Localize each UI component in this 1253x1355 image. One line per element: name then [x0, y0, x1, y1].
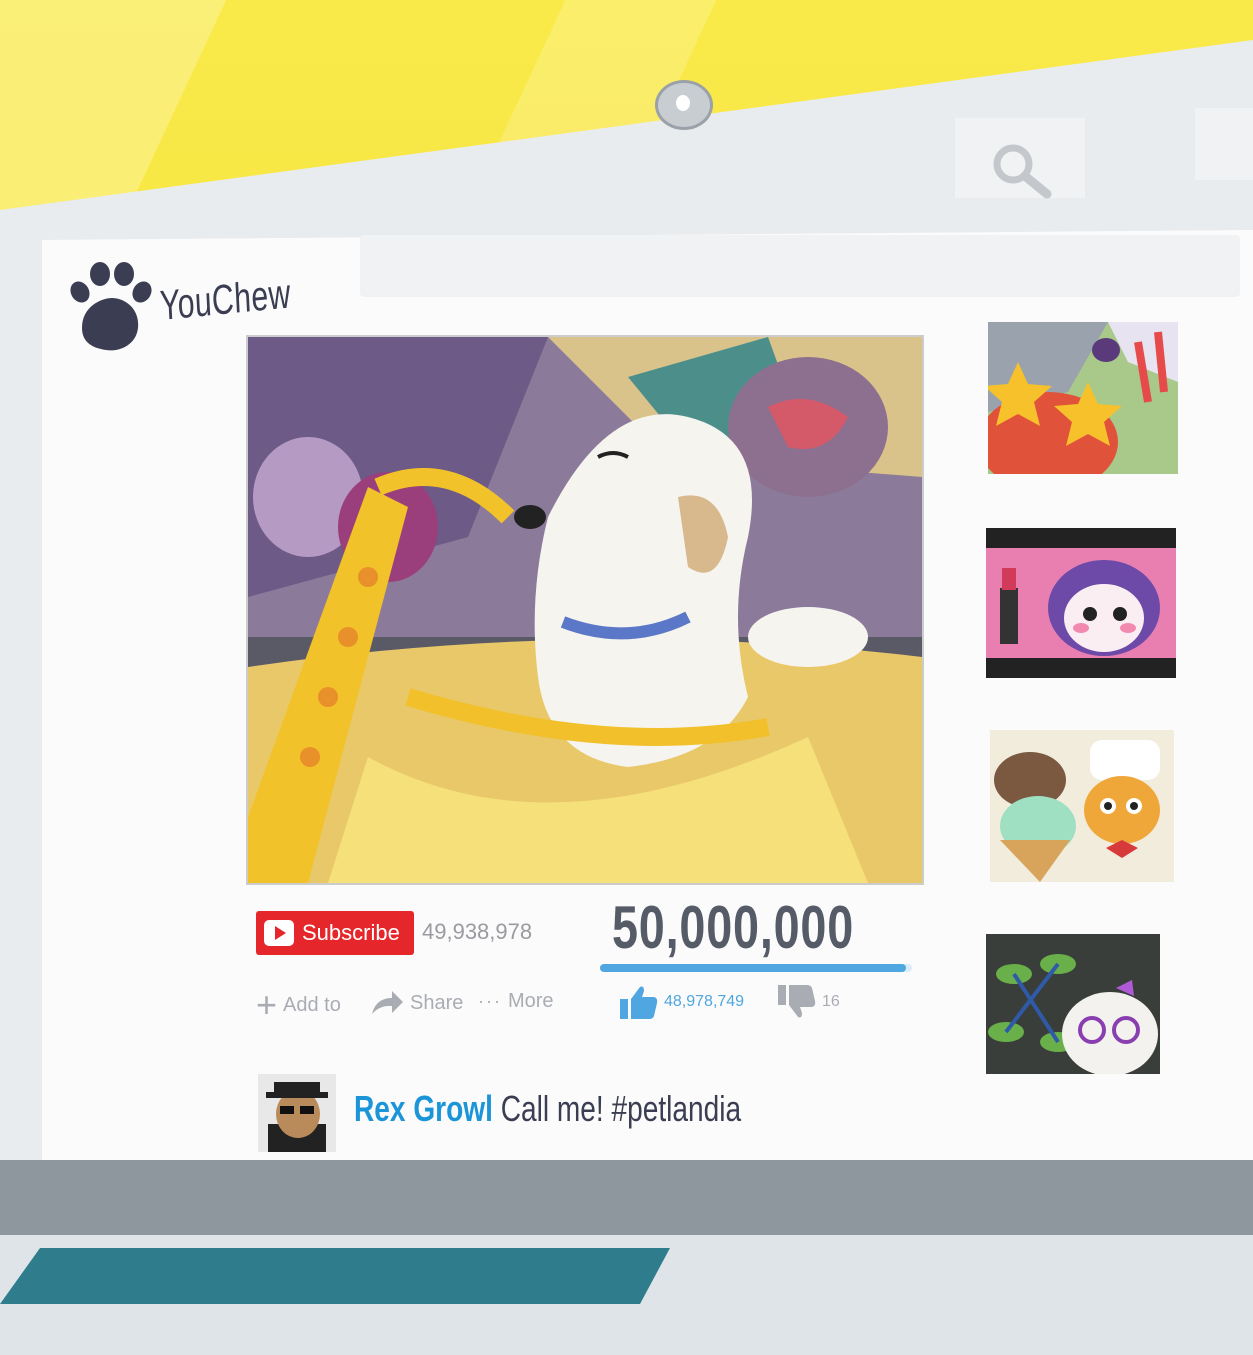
comment-author[interactable]: Rex Growl: [354, 1088, 493, 1129]
comment: Rex Growl Call me! #petlandia: [354, 1088, 741, 1130]
thumbs-down-icon: [778, 985, 816, 1018]
more-dots-icon: ···: [478, 991, 502, 1011]
like-button[interactable]: 48,978,749: [620, 985, 744, 1019]
add-to-label: Add to: [283, 993, 341, 1016]
subscribe-label: Subscribe: [302, 920, 400, 945]
video-frame: [248, 337, 922, 883]
play-icon: [264, 920, 294, 946]
avatar[interactable]: [258, 1074, 336, 1152]
related-video-thumbnail[interactable]: [990, 730, 1174, 882]
share-icon: [372, 991, 403, 1014]
related-video-thumbnail[interactable]: [986, 934, 1160, 1074]
trackpad: [0, 1248, 670, 1304]
plus-icon: +: [256, 984, 278, 1025]
view-progress-bar: [600, 964, 912, 972]
comment-text: Call me! #petlandia: [500, 1088, 742, 1129]
address-bar[interactable]: [360, 235, 1240, 297]
site-name: YouChew: [158, 269, 292, 329]
dislike-button[interactable]: 16: [778, 985, 840, 1019]
video-player[interactable]: [246, 335, 924, 885]
like-count: 48,978,749: [664, 993, 745, 1010]
toolbar-button[interactable]: [1195, 108, 1253, 180]
subscribe-button[interactable]: Subscribe: [256, 911, 414, 955]
share-button[interactable]: Share: [370, 990, 463, 1016]
more-button[interactable]: ··· More: [478, 990, 554, 1013]
related-video-thumbnail[interactable]: [988, 322, 1178, 474]
paw-icon: [70, 262, 152, 351]
thumbs-up-icon: [620, 986, 658, 1019]
view-count: 50,000,000: [612, 894, 855, 961]
dislike-count: 16: [822, 993, 840, 1010]
more-label: More: [507, 990, 554, 1012]
webcam: [655, 80, 713, 130]
view-progress-fill: [600, 964, 906, 972]
search-icon[interactable]: [985, 140, 1055, 200]
related-video-thumbnail[interactable]: [986, 528, 1176, 678]
share-label: Share: [410, 991, 464, 1014]
subscriber-count: 49,938,978: [422, 919, 533, 944]
add-to-button[interactable]: + Add to: [256, 984, 341, 1025]
